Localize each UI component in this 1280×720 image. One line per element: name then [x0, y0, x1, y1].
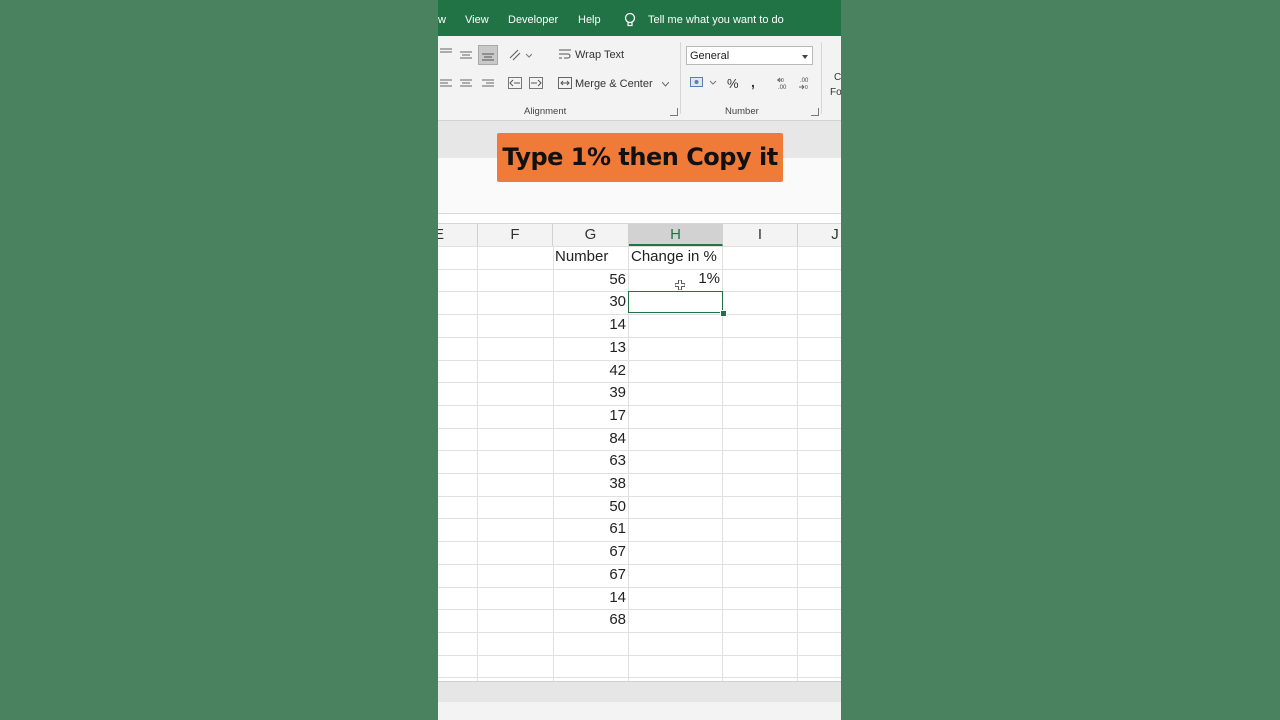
align-middle-icon[interactable]: [460, 50, 472, 60]
gridline: [477, 246, 478, 681]
group-divider: [821, 42, 822, 114]
accounting-format-icon[interactable]: [690, 76, 718, 90]
number-cell[interactable]: 14: [555, 587, 626, 609]
column-header-j[interactable]: J: [798, 224, 841, 246]
active-cell-selection[interactable]: [628, 291, 723, 313]
orientation-icon[interactable]: [508, 48, 532, 62]
comma-style-button[interactable]: ,: [751, 74, 755, 90]
number-cell[interactable]: 38: [555, 473, 626, 495]
column-header-i[interactable]: I: [723, 224, 798, 246]
caption-banner: Type 1% then Copy it: [497, 133, 783, 182]
number-cell[interactable]: 56: [555, 269, 626, 291]
group-divider: [680, 42, 681, 114]
menu-item-review[interactable]: w: [438, 14, 446, 26]
lightbulb-icon: [624, 12, 636, 27]
align-right-icon[interactable]: [482, 79, 494, 89]
wrap-text-icon: [559, 49, 571, 59]
svg-text:.00: .00: [800, 78, 809, 84]
alignment-group-label: Alignment: [524, 106, 567, 117]
number-cell[interactable]: 39: [555, 382, 626, 404]
increase-indent-icon[interactable]: [529, 77, 543, 89]
gridline: [438, 382, 841, 384]
header-cell-number[interactable]: Number: [555, 246, 615, 268]
column-headers: E F G H I J: [438, 223, 841, 247]
worksheet-grid[interactable]: Number Change in % 56 30 14 13 42 39 17 84 63 38 5…: [438, 246, 841, 681]
gridline: [438, 450, 841, 452]
align-bottom-icon: [482, 53, 494, 61]
svg-text:.00: .00: [778, 85, 787, 90]
menu-item-view[interactable]: View: [465, 14, 489, 26]
caret-down-icon: [802, 55, 808, 59]
merge-center-button[interactable]: Merge & Center: [575, 78, 653, 90]
number-cell[interactable]: 61: [555, 518, 626, 540]
number-cell[interactable]: 67: [555, 541, 626, 563]
align-top-icon[interactable]: [440, 48, 452, 58]
gridline: [438, 518, 841, 520]
number-cell[interactable]: 14: [555, 314, 626, 336]
gridline: [438, 609, 841, 611]
cross-cursor-icon: [675, 280, 685, 290]
gridline: [438, 586, 841, 588]
number-format-value: General: [690, 50, 730, 62]
gridline: [438, 314, 841, 316]
ribbon: Wrap Text Merge & Center Alignment Gener…: [438, 36, 841, 121]
number-cell[interactable]: 68: [555, 609, 626, 631]
column-header-g[interactable]: G: [553, 224, 629, 246]
number-cell[interactable]: 50: [555, 496, 626, 518]
conditional-formatting-label-partial[interactable]: C: [834, 72, 841, 83]
number-cell[interactable]: 84: [555, 428, 626, 450]
header-cell-change[interactable]: Change in %: [631, 246, 721, 268]
gridline: [797, 246, 798, 681]
gridline: [438, 495, 841, 497]
align-center-icon[interactable]: [460, 79, 472, 89]
gridline: [553, 246, 554, 681]
decrease-indent-icon[interactable]: [508, 77, 522, 89]
gridline: [438, 427, 841, 429]
number-dialog-launcher[interactable]: [811, 108, 819, 116]
column-header-f[interactable]: F: [478, 224, 553, 246]
align-bottom-button[interactable]: [478, 45, 498, 65]
gridline: [438, 541, 841, 543]
gridline: [438, 563, 841, 565]
fill-handle[interactable]: [720, 310, 727, 317]
number-cell[interactable]: 63: [555, 450, 626, 472]
chevron-down-icon[interactable]: [662, 82, 669, 87]
gridline: [438, 677, 841, 679]
number-cell[interactable]: 17: [555, 405, 626, 427]
alignment-dialog-launcher[interactable]: [670, 108, 678, 116]
number-cell[interactable]: 30: [555, 291, 626, 313]
gridline: [438, 631, 841, 633]
percent-style-button[interactable]: %: [727, 76, 739, 91]
gridline: [438, 404, 841, 406]
merge-center-icon: [558, 77, 572, 89]
align-left-icon[interactable]: [440, 79, 452, 89]
number-cell[interactable]: 13: [555, 337, 626, 359]
column-header-e[interactable]: E: [438, 224, 478, 246]
excel-window: w View Developer Help Tell me what you w…: [438, 0, 841, 720]
menu-item-help[interactable]: Help: [578, 14, 601, 26]
svg-text:0: 0: [781, 78, 784, 84]
number-group-label: Number: [725, 106, 759, 117]
conditional-formatting-label-partial-2[interactable]: Fo: [830, 87, 841, 98]
gridline: [438, 359, 841, 361]
gridline: [438, 336, 841, 338]
number-format-select[interactable]: General: [686, 46, 813, 65]
gridline: [438, 654, 841, 656]
status-bar: [438, 702, 841, 720]
menu-bar: w View Developer Help Tell me what you w…: [438, 0, 841, 36]
wrap-text-button[interactable]: Wrap Text: [575, 49, 624, 61]
decrease-decimal-icon[interactable]: .000: [798, 76, 812, 90]
increase-decimal-icon[interactable]: 0.00: [776, 76, 790, 90]
horizontal-scrollbar[interactable]: [438, 681, 841, 702]
svg-text:0: 0: [805, 85, 808, 90]
menu-item-developer[interactable]: Developer: [508, 14, 558, 26]
column-header-h[interactable]: H: [629, 224, 723, 246]
number-cell[interactable]: 42: [555, 360, 626, 382]
gridline: [438, 473, 841, 474]
number-cell[interactable]: 67: [555, 564, 626, 586]
tell-me-search[interactable]: Tell me what you want to do: [648, 14, 784, 26]
